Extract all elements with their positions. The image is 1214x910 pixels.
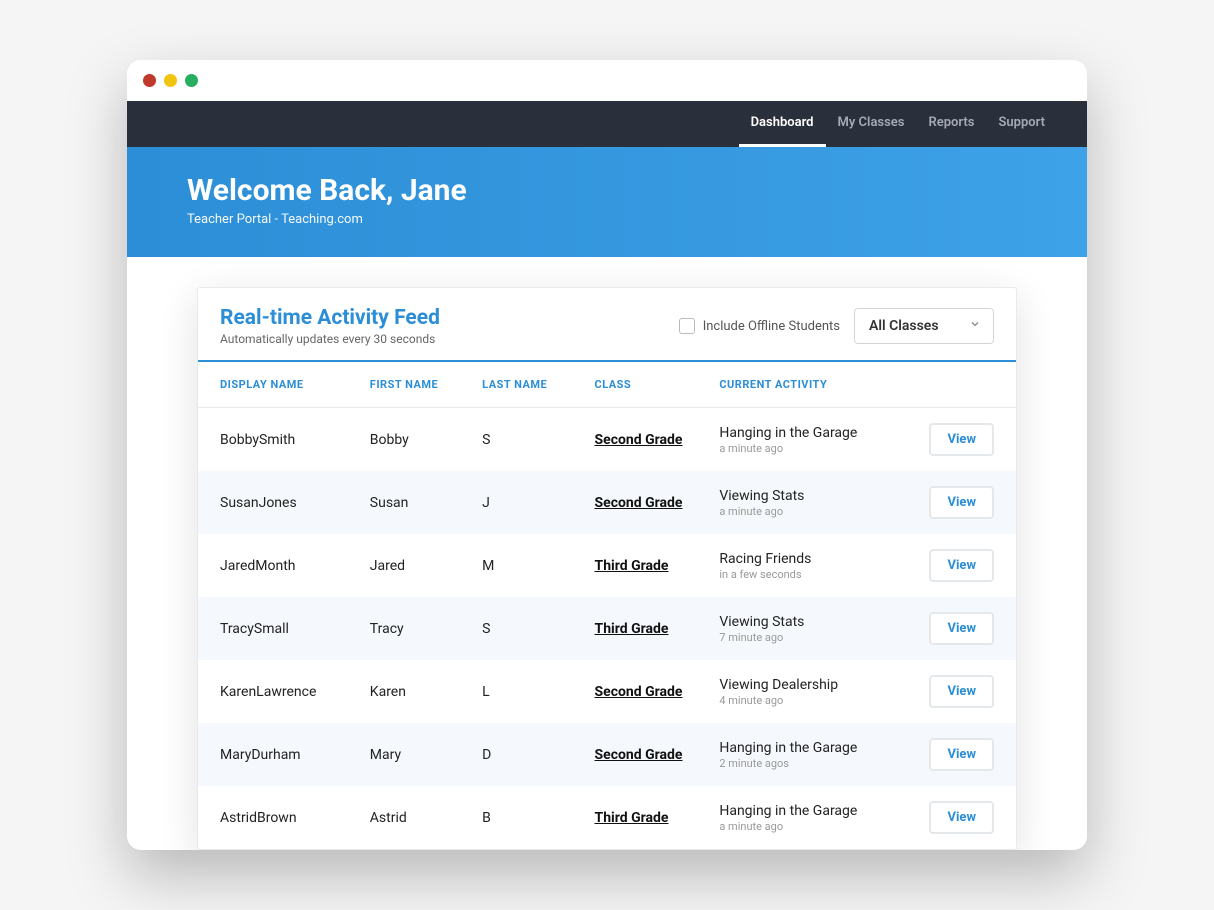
- activity-name: Viewing Stats: [719, 488, 906, 504]
- activity-name: Viewing Dealership: [719, 677, 906, 693]
- card-header: Real-time Activity Feed Automatically up…: [198, 288, 1016, 362]
- cell-display-name: BobbySmith: [220, 432, 370, 448]
- cell-first-name: Susan: [370, 495, 482, 511]
- activity-time: a minute ago: [719, 505, 906, 518]
- cell-first-name: Tracy: [370, 621, 482, 637]
- class-link[interactable]: Second Grade: [595, 495, 720, 511]
- view-button[interactable]: View: [929, 675, 994, 708]
- cell-first-name: Mary: [370, 747, 482, 763]
- class-link[interactable]: Second Grade: [595, 684, 720, 700]
- class-filter-select[interactable]: All Classes: [854, 308, 994, 344]
- cell-first-name: Karen: [370, 684, 482, 700]
- page-title: Welcome Back, Jane: [187, 173, 1027, 208]
- cell-activity: Racing Friendsin a few seconds: [719, 551, 906, 581]
- th-last-name: LAST NAME: [482, 378, 594, 391]
- view-button[interactable]: View: [929, 423, 994, 456]
- view-button[interactable]: View: [929, 801, 994, 834]
- nav-item-support[interactable]: Support: [986, 101, 1057, 147]
- activity-time: 2 minute agos: [719, 757, 906, 770]
- view-button[interactable]: View: [929, 486, 994, 519]
- navbar: Dashboard My Classes Reports Support: [127, 101, 1087, 147]
- chevron-down-icon: [969, 318, 981, 334]
- activity-name: Hanging in the Garage: [719, 425, 906, 441]
- cell-first-name: Jared: [370, 558, 482, 574]
- view-button[interactable]: View: [929, 738, 994, 771]
- cell-activity: Viewing Stats7 minute ago: [719, 614, 906, 644]
- activity-name: Racing Friends: [719, 551, 906, 567]
- cell-display-name: SusanJones: [220, 495, 370, 511]
- cell-last-name: J: [482, 495, 594, 511]
- app-window: Dashboard My Classes Reports Support Wel…: [127, 60, 1087, 850]
- activity-name: Viewing Stats: [719, 614, 906, 630]
- cell-first-name: Astrid: [370, 810, 482, 826]
- activity-time: in a few seconds: [719, 568, 906, 581]
- cell-display-name: TracySmall: [220, 621, 370, 637]
- window-close-dot[interactable]: [143, 74, 156, 87]
- cell-last-name: B: [482, 810, 594, 826]
- cell-last-name: S: [482, 621, 594, 637]
- activity-name: Hanging in the Garage: [719, 740, 906, 756]
- cell-activity: Viewing Dealership4 minute ago: [719, 677, 906, 707]
- page-subtitle: Teacher Portal - Teaching.com: [187, 212, 1027, 227]
- activity-time: 7 minute ago: [719, 631, 906, 644]
- activity-time: a minute ago: [719, 820, 906, 833]
- th-first-name: FIRST NAME: [370, 378, 482, 391]
- view-button[interactable]: View: [929, 549, 994, 582]
- window-titlebar: [127, 60, 1087, 101]
- class-link[interactable]: Third Grade: [595, 558, 720, 574]
- table-row: TracySmallTracySThird GradeViewing Stats…: [198, 597, 1016, 660]
- hero-banner: Welcome Back, Jane Teacher Portal - Teac…: [127, 147, 1087, 257]
- th-display-name: DISPLAY NAME: [220, 378, 370, 391]
- cell-last-name: S: [482, 432, 594, 448]
- activity-name: Hanging in the Garage: [719, 803, 906, 819]
- cell-activity: Hanging in the Garage2 minute agos: [719, 740, 906, 770]
- th-current-activity: CURRENT ACTIVITY: [719, 378, 906, 391]
- class-link[interactable]: Second Grade: [595, 747, 720, 763]
- table-row: SusanJonesSusanJSecond GradeViewing Stat…: [198, 471, 1016, 534]
- table-row: BobbySmithBobbySSecond GradeHanging in t…: [198, 408, 1016, 471]
- activity-feed-card: Real-time Activity Feed Automatically up…: [197, 287, 1017, 850]
- window-minimize-dot[interactable]: [164, 74, 177, 87]
- th-class: CLASS: [595, 378, 720, 391]
- card-title-block: Real-time Activity Feed Automatically up…: [220, 306, 440, 346]
- include-offline-checkbox[interactable]: Include Offline Students: [679, 318, 840, 334]
- table-row: MaryDurhamMaryDSecond GradeHanging in th…: [198, 723, 1016, 786]
- activity-time: 4 minute ago: [719, 694, 906, 707]
- nav-item-dashboard[interactable]: Dashboard: [739, 101, 826, 147]
- cell-last-name: D: [482, 747, 594, 763]
- cell-display-name: JaredMonth: [220, 558, 370, 574]
- table-body: BobbySmithBobbySSecond GradeHanging in t…: [198, 408, 1016, 849]
- content-area: Real-time Activity Feed Automatically up…: [127, 257, 1087, 850]
- class-filter-value: All Classes: [869, 318, 939, 334]
- class-link[interactable]: Third Grade: [595, 810, 720, 826]
- include-offline-label: Include Offline Students: [703, 319, 840, 334]
- card-subtitle: Automatically updates every 30 seconds: [220, 332, 440, 346]
- activity-time: a minute ago: [719, 442, 906, 455]
- card-controls: Include Offline Students All Classes: [679, 308, 994, 344]
- cell-display-name: KarenLawrence: [220, 684, 370, 700]
- window-maximize-dot[interactable]: [185, 74, 198, 87]
- view-button[interactable]: View: [929, 612, 994, 645]
- cell-display-name: AstridBrown: [220, 810, 370, 826]
- checkbox-box-icon: [679, 318, 695, 334]
- cell-activity: Hanging in the Garagea minute ago: [719, 803, 906, 833]
- nav-item-reports[interactable]: Reports: [916, 101, 986, 147]
- table-row: JaredMonthJaredMThird GradeRacing Friend…: [198, 534, 1016, 597]
- class-link[interactable]: Third Grade: [595, 621, 720, 637]
- cell-activity: Viewing Statsa minute ago: [719, 488, 906, 518]
- cell-display-name: MaryDurham: [220, 747, 370, 763]
- cell-activity: Hanging in the Garagea minute ago: [719, 425, 906, 455]
- table-header-row: DISPLAY NAME FIRST NAME LAST NAME CLASS …: [198, 362, 1016, 408]
- nav-item-my-classes[interactable]: My Classes: [826, 101, 917, 147]
- card-title: Real-time Activity Feed: [220, 306, 440, 330]
- cell-last-name: M: [482, 558, 594, 574]
- cell-first-name: Bobby: [370, 432, 482, 448]
- class-link[interactable]: Second Grade: [595, 432, 720, 448]
- table-row: KarenLawrenceKarenLSecond GradeViewing D…: [198, 660, 1016, 723]
- cell-last-name: L: [482, 684, 594, 700]
- table-row: AstridBrownAstridBThird GradeHanging in …: [198, 786, 1016, 849]
